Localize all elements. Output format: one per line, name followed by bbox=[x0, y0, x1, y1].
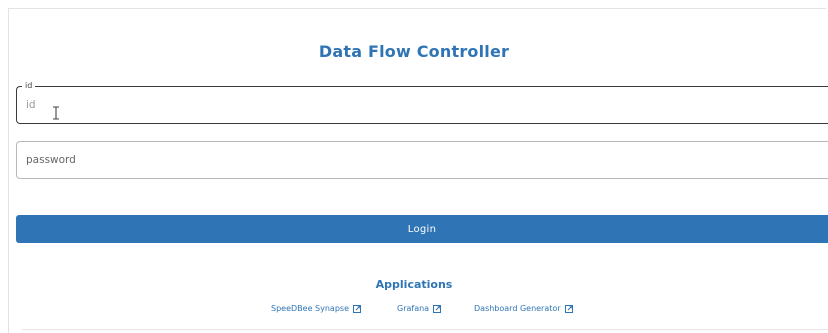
application-links: SpeeDBee Synapse Grafana Dashboard Gener… bbox=[0, 304, 828, 316]
page-title: Data Flow Controller bbox=[318, 42, 510, 61]
login-button[interactable]: Login bbox=[16, 215, 828, 243]
link-speedbee-synapse[interactable]: SpeeDBee Synapse bbox=[271, 304, 361, 313]
password-field bbox=[16, 141, 828, 179]
id-input[interactable] bbox=[17, 87, 828, 123]
divider bbox=[22, 329, 828, 330]
external-link-icon bbox=[564, 304, 573, 313]
link-label: SpeeDBee Synapse bbox=[271, 304, 349, 313]
id-field: id bbox=[16, 80, 828, 124]
external-link-icon bbox=[353, 304, 361, 313]
password-input[interactable] bbox=[17, 142, 828, 178]
link-label: Grafana bbox=[397, 304, 430, 313]
text-cursor-icon bbox=[52, 106, 62, 120]
external-link-icon bbox=[433, 304, 442, 313]
link-label: Dashboard Generator bbox=[474, 304, 561, 313]
link-dashboard-generator[interactable]: Dashboard Generator bbox=[474, 304, 573, 313]
applications-heading: Applications bbox=[375, 278, 453, 291]
link-grafana[interactable]: Grafana bbox=[397, 304, 442, 313]
